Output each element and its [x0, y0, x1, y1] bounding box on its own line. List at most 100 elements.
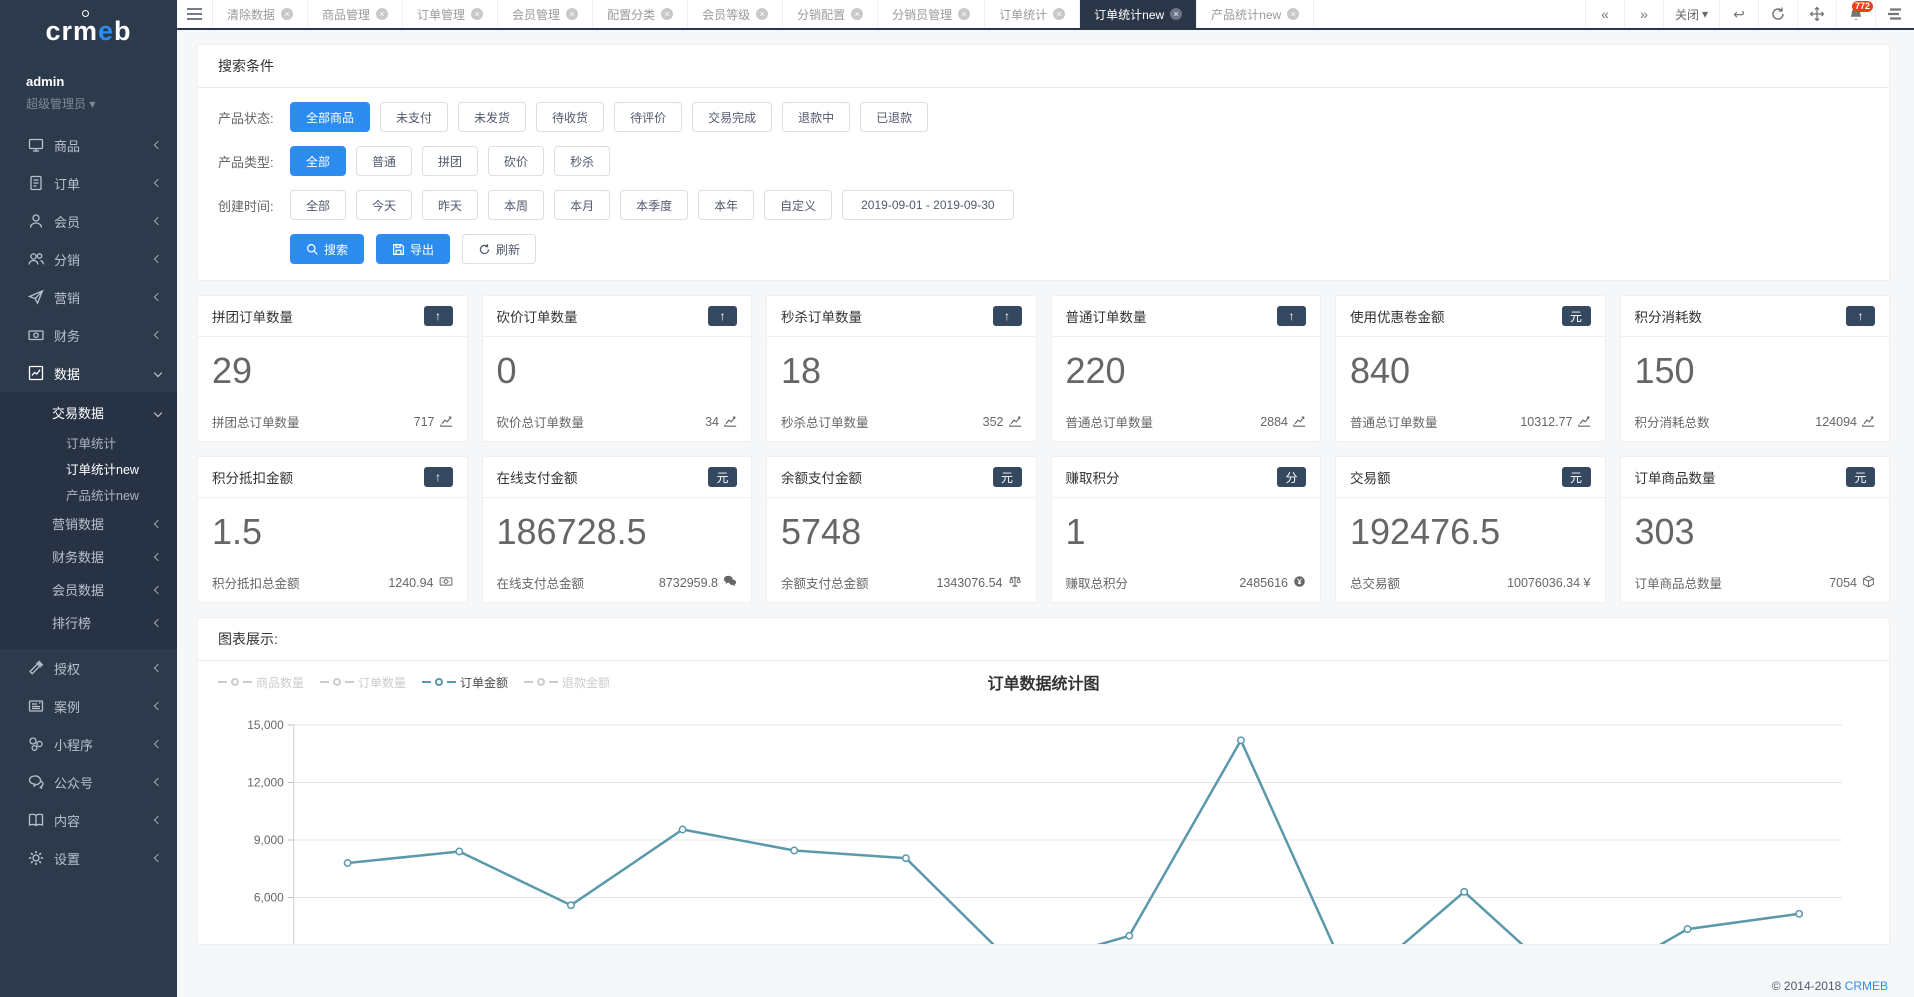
stat-card-footer-label: 拼团总订单数量: [212, 412, 300, 431]
hamburger-menu-icon[interactable]: [177, 0, 213, 28]
sidebar-item-会员数据[interactable]: 会员数据: [0, 573, 177, 606]
tab-close-icon[interactable]: ×: [1287, 8, 1299, 20]
sidebar-item-营销[interactable]: 营销: [0, 278, 177, 316]
chart-line-icon[interactable]: [724, 414, 737, 430]
chart-line-icon[interactable]: [1578, 414, 1591, 430]
tab-分销配置[interactable]: 分销配置 ×: [783, 0, 878, 28]
sidebar-item-设置[interactable]: 设置: [0, 839, 177, 877]
filter-button-待评价[interactable]: 待评价: [614, 102, 682, 132]
stat-card-footer-value: 7054: [1829, 576, 1857, 590]
refresh-button[interactable]: [1758, 0, 1797, 28]
back-button[interactable]: ↩: [1719, 0, 1758, 28]
sidebar-item-排行榜[interactable]: 排行榜: [0, 606, 177, 639]
filter-button-本月[interactable]: 本月: [554, 190, 610, 220]
tab-close-icon[interactable]: ×: [661, 8, 673, 20]
filter-button-已退款[interactable]: 已退款: [860, 102, 928, 132]
sidebar-item-内容[interactable]: 内容: [0, 801, 177, 839]
sidebar-item-营销数据[interactable]: 营销数据: [0, 507, 177, 540]
导出-button[interactable]: 导出: [376, 234, 450, 264]
sidebar-item-订单统计new[interactable]: 订单统计new: [0, 455, 177, 481]
stat-card-title: 交易额: [1350, 467, 1391, 487]
tab-close-icon[interactable]: ×: [471, 8, 483, 20]
chart-line-icon[interactable]: [1009, 414, 1022, 430]
filter-button-普通[interactable]: 普通: [356, 146, 412, 176]
tab-close-icon[interactable]: ×: [1170, 8, 1182, 20]
stat-card-footer-label: 普通总订单数量: [1350, 412, 1438, 431]
sidebar-item-财务数据[interactable]: 财务数据: [0, 540, 177, 573]
sidebar-item-公众号[interactable]: 公众号: [0, 763, 177, 801]
tab-close-icon[interactable]: ×: [851, 8, 863, 20]
filter-button-未发货[interactable]: 未发货: [458, 102, 526, 132]
stat-card-value: 192476.5: [1336, 498, 1605, 552]
tab-close-icon[interactable]: ×: [566, 8, 578, 20]
tab-订单统计new[interactable]: 订单统计new ×: [1080, 0, 1197, 28]
搜索-button[interactable]: 搜索: [290, 234, 364, 264]
sidebar-item-财务[interactable]: 财务: [0, 316, 177, 354]
sidebar-item-案例[interactable]: 案例: [0, 687, 177, 725]
tab-close-icon[interactable]: ×: [1053, 8, 1065, 20]
stat-card-砍价订单数量: 砍价订单数量 ↑ 0 砍价总订单数量 34: [482, 295, 753, 442]
fullscreen-move-button[interactable]: [1797, 0, 1836, 28]
date-range-button[interactable]: 2019-09-01 - 2019-09-30: [842, 190, 1013, 220]
chart-line-icon[interactable]: [440, 414, 453, 430]
tab-清除数据[interactable]: 清除数据 ×: [213, 0, 308, 28]
coin-icon[interactable]: [1293, 575, 1306, 591]
tab-close-icon[interactable]: ×: [281, 8, 293, 20]
filter-button-全部商品[interactable]: 全部商品: [290, 102, 370, 132]
stat-card-秒杀订单数量: 秒杀订单数量 ↑ 18 秒杀总订单数量 352: [766, 295, 1037, 442]
filter-button-本周[interactable]: 本周: [488, 190, 544, 220]
scroll-tabs-left-button[interactable]: «: [1585, 0, 1624, 28]
sidebar-item-订单[interactable]: 订单: [0, 164, 177, 202]
chart-line-icon[interactable]: [1862, 414, 1875, 430]
tab-商品管理[interactable]: 商品管理 ×: [308, 0, 403, 28]
刷新-button[interactable]: 刷新: [462, 234, 536, 264]
tab-分销员管理[interactable]: 分销员管理 ×: [878, 0, 985, 28]
crmeb-link[interactable]: CRMEB: [1845, 979, 1888, 993]
money-icon-sm[interactable]: [439, 575, 453, 591]
stat-card-title: 积分消耗数: [1635, 306, 1703, 326]
tab-配置分类[interactable]: 配置分类 ×: [593, 0, 688, 28]
filter-button-全部[interactable]: 全部: [290, 146, 346, 176]
sidebar-item-分销[interactable]: 分销: [0, 240, 177, 278]
filter-button-本年[interactable]: 本年: [698, 190, 754, 220]
chart-line-icon[interactable]: [1293, 414, 1306, 430]
close-tabs-dropdown[interactable]: 关闭 ▾: [1663, 0, 1719, 28]
filter-button-退款中[interactable]: 退款中: [782, 102, 850, 132]
paper-plane-icon: [27, 289, 44, 306]
filter-button-待收货[interactable]: 待收货: [536, 102, 604, 132]
filter-button-砍价[interactable]: 砍价: [488, 146, 544, 176]
sidebar-item-数据[interactable]: 数据: [0, 354, 177, 392]
user-role-dropdown[interactable]: 超级管理员 ▾: [26, 95, 177, 112]
filter-button-本季度[interactable]: 本季度: [620, 190, 688, 220]
sidebar-item-授权[interactable]: 授权: [0, 649, 177, 687]
wechat-icon-sm[interactable]: [723, 574, 737, 591]
sidebar-item-产品统计new[interactable]: 产品统计new: [0, 481, 177, 507]
sidebar-item-商品[interactable]: 商品: [0, 126, 177, 164]
tab-订单管理[interactable]: 订单管理 ×: [403, 0, 498, 28]
filter-button-自定义[interactable]: 自定义: [764, 190, 832, 220]
tab-订单统计[interactable]: 订单统计 ×: [985, 0, 1080, 28]
filter-button-拼团[interactable]: 拼团: [422, 146, 478, 176]
filter-button-今天[interactable]: 今天: [356, 190, 412, 220]
filter-button-交易完成[interactable]: 交易完成: [692, 102, 772, 132]
sidebar-item-订单统计[interactable]: 订单统计: [0, 429, 177, 455]
tab-会员等级[interactable]: 会员等级 ×: [688, 0, 783, 28]
tab-会员管理[interactable]: 会员管理 ×: [498, 0, 593, 28]
filter-button-昨天[interactable]: 昨天: [422, 190, 478, 220]
tab-close-icon[interactable]: ×: [756, 8, 768, 20]
filter-button-未支付[interactable]: 未支付: [380, 102, 448, 132]
order-icon: [27, 175, 44, 192]
filter-button-全部[interactable]: 全部: [290, 190, 346, 220]
tab-close-icon[interactable]: ×: [376, 8, 388, 20]
sidebar-item-交易数据[interactable]: 交易数据: [0, 396, 177, 429]
tab-产品统计new[interactable]: 产品统计new ×: [1197, 0, 1314, 28]
message-list-icon[interactable]: [1875, 0, 1914, 28]
scale-icon[interactable]: [1008, 575, 1022, 591]
sidebar-item-会员[interactable]: 会员: [0, 202, 177, 240]
filter-button-秒杀[interactable]: 秒杀: [554, 146, 610, 176]
notifications-bell-icon[interactable]: 772: [1836, 0, 1875, 28]
cube-icon[interactable]: [1862, 575, 1875, 591]
scroll-tabs-right-button[interactable]: »: [1624, 0, 1663, 28]
tab-close-icon[interactable]: ×: [958, 8, 970, 20]
sidebar-item-小程序[interactable]: 小程序: [0, 725, 177, 763]
